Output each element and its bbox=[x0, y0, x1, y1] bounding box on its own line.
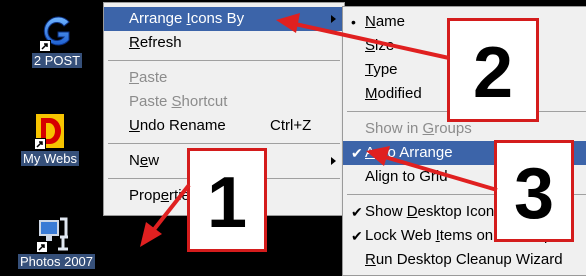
menu-item-label: Show Desktop Icons bbox=[365, 203, 502, 220]
menu-item-paste[interactable]: Paste bbox=[104, 66, 344, 90]
callout-number: 1 bbox=[206, 163, 248, 243]
desktop-icon-label: My Webs bbox=[21, 151, 79, 166]
menu-item-label: Refresh bbox=[129, 34, 182, 51]
radio-bullet-icon: • bbox=[351, 14, 356, 30]
menu-item-undo-rename[interactable]: Undo Rename Ctrl+Z bbox=[104, 114, 344, 138]
callout-step-2: 2 bbox=[447, 18, 539, 122]
callout-step-1: 1 bbox=[187, 148, 267, 252]
checkmark-icon: ✔ bbox=[351, 204, 363, 220]
menu-item-label: Auto Arrange bbox=[365, 144, 453, 161]
menu-item-label: New bbox=[129, 152, 160, 169]
g-letter-icon bbox=[39, 12, 75, 52]
menu-item-label: Modified bbox=[365, 85, 422, 102]
shortcut-arrow-icon bbox=[36, 241, 48, 253]
menu-item-label: Show in Groups bbox=[365, 120, 472, 137]
menu-item-label: Paste bbox=[129, 69, 168, 86]
callout-number: 2 bbox=[472, 33, 514, 113]
checkmark-icon: ✔ bbox=[351, 228, 363, 244]
checkmark-icon: ✔ bbox=[351, 145, 363, 161]
desktop-icon-mywebs[interactable]: My Webs bbox=[15, 112, 85, 168]
menu-item-label: Undo Rename bbox=[129, 117, 226, 134]
menu-separator bbox=[108, 60, 340, 61]
callout-number: 3 bbox=[513, 154, 555, 234]
submenu-arrow-icon bbox=[331, 15, 336, 23]
menu-item-label: Align to Grid bbox=[365, 168, 448, 185]
callout-step-3: 3 bbox=[494, 140, 574, 242]
submenu-item-desktop-cleanup-wizard[interactable]: Run Desktop Cleanup Wizard bbox=[343, 248, 586, 272]
computer-chair-icon bbox=[36, 215, 70, 253]
menu-item-label: Run Desktop Cleanup Wizard bbox=[365, 251, 563, 268]
menu-item-label: Paste Shortcut bbox=[129, 93, 228, 110]
menu-separator bbox=[108, 143, 340, 144]
menu-item-refresh[interactable]: Refresh bbox=[104, 31, 344, 55]
desktop-icon-photos[interactable]: Photos 2007 bbox=[18, 215, 96, 271]
shortcut-arrow-icon bbox=[39, 40, 51, 52]
menu-item-shortcut: Ctrl+Z bbox=[270, 117, 312, 134]
submenu-arrow-icon bbox=[331, 157, 336, 165]
desktop-icon-label: 2 POST bbox=[31, 53, 83, 68]
desktop-icon-2post[interactable]: 2 POST bbox=[22, 12, 92, 70]
red-d-icon bbox=[34, 112, 66, 150]
menu-item-arrange-icons-by[interactable]: Arrange Icons By bbox=[104, 7, 344, 31]
shortcut-arrow-icon bbox=[34, 138, 46, 150]
menu-item-label: Name bbox=[365, 13, 406, 30]
menu-item-label: Size bbox=[365, 37, 395, 54]
desktop-icon-label: Photos 2007 bbox=[18, 254, 96, 269]
menu-item-label: Type bbox=[365, 61, 398, 78]
menu-item-paste-shortcut[interactable]: Paste Shortcut bbox=[104, 90, 344, 114]
menu-item-label: Arrange Icons By bbox=[129, 10, 245, 27]
